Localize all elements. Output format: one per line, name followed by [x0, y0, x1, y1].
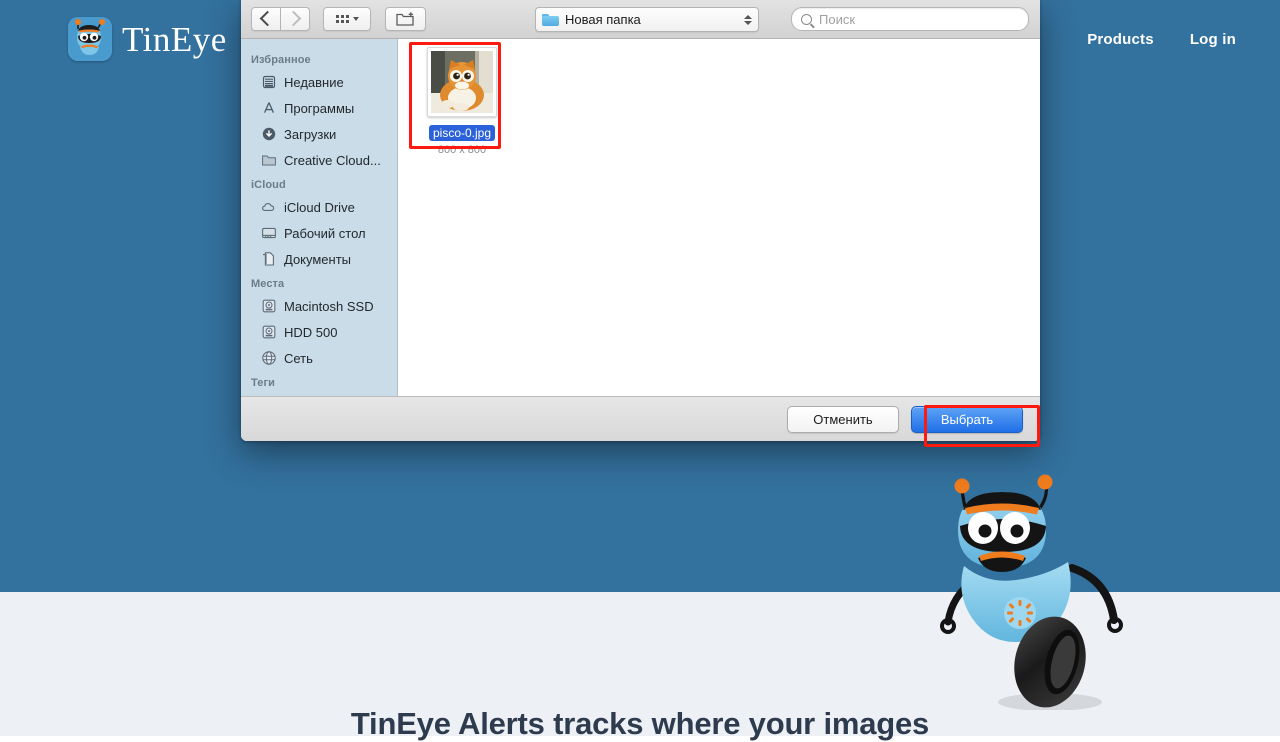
chevron-down-icon	[352, 16, 359, 21]
sidebar-item-documents[interactable]: Документы	[241, 246, 397, 272]
back-button[interactable]	[251, 6, 281, 31]
main-nav: Products Log in	[1087, 31, 1236, 48]
documents-icon	[263, 252, 274, 266]
network-globe-icon	[262, 351, 276, 365]
brand-name: TinEye	[122, 19, 227, 59]
file-open-dialog: Новая папка Поиск Избранное Недавние Про…	[241, 0, 1040, 441]
dialog-body: Избранное Недавние Программы Загрузки Cr…	[241, 39, 1040, 396]
sidebar-item-desktop[interactable]: Рабочий стол	[241, 220, 397, 246]
forward-button[interactable]	[281, 6, 310, 31]
tineye-robot-logo-icon	[68, 17, 112, 61]
sidebar-item-icloud-drive[interactable]: iCloud Drive	[241, 194, 397, 220]
sidebar-item-label: Программы	[284, 100, 355, 116]
sidebar-section-icloud-title: iCloud	[251, 179, 286, 191]
sidebar-section-favorites-title: Избранное	[251, 54, 311, 66]
sidebar-item-applications[interactable]: Программы	[241, 95, 397, 121]
sidebar-item-network[interactable]: Сеть	[241, 345, 397, 371]
desktop-icon	[262, 227, 276, 239]
sidebar-item-label: Рабочий стол	[284, 225, 366, 241]
folder-icon	[542, 13, 559, 26]
file-list-area[interactable]: pisco-0.jpg 800 x 800	[398, 39, 1040, 396]
file-item-pisco-0[interactable]: pisco-0.jpg 800 x 800	[420, 47, 504, 156]
tineye-robot-mascot	[930, 470, 1150, 711]
sidebar-item-label: Creative Cloud...	[284, 152, 381, 168]
search-icon	[801, 13, 812, 25]
file-thumbnail	[427, 47, 497, 117]
dialog-footer: Отменить Выбрать	[241, 396, 1040, 441]
path-popup-button[interactable]: Новая папка	[535, 7, 759, 32]
new-folder-icon	[396, 12, 414, 26]
new-folder-button[interactable]	[385, 6, 426, 31]
chevron-left-icon	[259, 10, 276, 27]
sidebar-item-label: Документы	[284, 251, 352, 267]
nav-link-login[interactable]: Log in	[1190, 31, 1236, 48]
hard-drive-icon	[262, 299, 276, 313]
hard-drive-icon	[262, 325, 276, 339]
view-mode-button[interactable]	[323, 6, 371, 31]
search-input[interactable]: Поиск	[791, 7, 1029, 31]
cloud-icon	[262, 203, 275, 211]
sidebar-item-hdd-500[interactable]: HDD 500	[241, 319, 397, 345]
folder-icon	[262, 155, 276, 166]
search-placeholder: Поиск	[819, 11, 856, 27]
sidebar-item-label: Macintosh SSD	[284, 298, 374, 314]
applications-icon	[264, 102, 274, 113]
sidebar-item-label: HDD 500	[284, 324, 338, 340]
dialog-toolbar: Новая папка Поиск	[241, 0, 1040, 39]
sidebar: Избранное Недавние Программы Загрузки Cr…	[241, 39, 398, 396]
up-down-chevron-icon	[744, 14, 752, 25]
page-headline: TinEye Alerts tracks where your images	[350, 706, 930, 741]
sidebar-item-label: Сеть	[284, 350, 313, 366]
chevron-right-icon	[285, 10, 302, 27]
path-popup-label: Новая папка	[565, 12, 641, 27]
cancel-button[interactable]: Отменить	[787, 405, 899, 433]
sidebar-item-label: iCloud Drive	[284, 199, 355, 215]
downloads-icon	[262, 127, 276, 141]
sidebar-item-creative-cloud[interactable]: Creative Cloud...	[241, 147, 397, 173]
sidebar-item-macintosh-ssd[interactable]: Macintosh SSD	[241, 293, 397, 319]
file-name-label: pisco-0.jpg	[428, 125, 496, 141]
file-dimensions-label: 800 x 800	[437, 144, 487, 156]
choose-button[interactable]: Выбрать	[911, 405, 1023, 433]
sidebar-item-label: Недавние	[284, 74, 344, 90]
sidebar-item-downloads[interactable]: Загрузки	[241, 121, 397, 147]
recents-clock-icon	[262, 75, 276, 89]
sidebar-item-label: Загрузки	[284, 126, 337, 142]
sidebar-section-places-title: Места	[251, 278, 285, 290]
nav-link-products[interactable]: Products	[1087, 31, 1154, 48]
grid-view-icon	[335, 14, 349, 23]
cat-photo-thumbnail	[431, 51, 493, 113]
brand-logo[interactable]: TinEye	[68, 17, 227, 61]
sidebar-section-tags-title: Теги	[251, 377, 276, 389]
navigation-buttons	[251, 6, 310, 31]
sidebar-item-recents[interactable]: Недавние	[241, 69, 397, 95]
